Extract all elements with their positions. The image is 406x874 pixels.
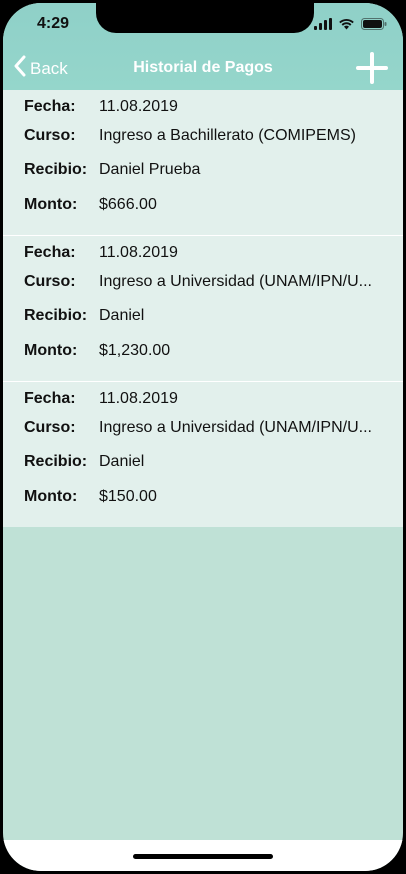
curso-value: Ingreso a Bachillerato (COMIPEMS) — [99, 127, 356, 144]
curso-label: Curso: — [24, 419, 76, 436]
curso-value: Ingreso a Universidad (UNAM/IPN/U... — [99, 419, 372, 436]
curso-field: Curso: Ingreso a Universidad (UNAM/IPN/U… — [24, 273, 384, 291]
recibio-label: Recibio: — [24, 307, 88, 324]
home-indicator[interactable] — [133, 854, 273, 859]
fecha-label: Fecha: — [24, 244, 76, 261]
fecha-value: 11.08.2019 — [99, 390, 178, 407]
payment-list: Fecha: 11.08.2019 Curso: Ingreso a Bachi… — [3, 90, 403, 527]
nav-bar: Back Historial de Pagos — [3, 47, 403, 90]
recibio-field: Recibio: Daniel — [24, 453, 384, 471]
monto-value: $150.00 — [99, 488, 157, 505]
curso-label: Curso: — [24, 273, 76, 290]
monto-label: Monto: — [24, 488, 78, 505]
curso-field: Curso: Ingreso a Bachillerato (COMIPEMS) — [24, 127, 384, 145]
fecha-field: Fecha: 11.08.2019 — [24, 244, 384, 262]
fecha-label: Fecha: — [24, 390, 76, 407]
recibio-label: Recibio: — [24, 161, 88, 178]
app-screen: 4:29 Back Historial de Pagos Fecha: 11.0… — [3, 3, 403, 871]
recibio-value: Daniel — [99, 307, 145, 324]
wifi-icon — [338, 17, 355, 35]
recibio-field: Recibio: Daniel — [24, 307, 384, 325]
bottom-safe-area — [3, 840, 403, 871]
fecha-field: Fecha: 11.08.2019 — [24, 98, 384, 116]
payment-row[interactable]: Fecha: 11.08.2019 Curso: Ingreso a Unive… — [3, 382, 403, 527]
monto-field: Monto: $1,230.00 — [24, 342, 384, 360]
recibio-label: Recibio: — [24, 453, 88, 470]
device-notch — [96, 3, 314, 33]
recibio-value: Daniel — [99, 453, 145, 470]
monto-label: Monto: — [24, 196, 78, 213]
monto-field: Monto: $666.00 — [24, 196, 384, 214]
monto-field: Monto: $150.00 — [24, 488, 384, 506]
status-icons — [314, 17, 387, 35]
plus-icon — [355, 52, 389, 89]
monto-label: Monto: — [24, 342, 78, 359]
fecha-label: Fecha: — [24, 98, 76, 115]
fecha-value: 11.08.2019 — [99, 244, 178, 261]
status-time: 4:29 — [37, 15, 70, 32]
navigation-header: 4:29 Back Historial de Pagos — [3, 3, 403, 90]
curso-field: Curso: Ingreso a Universidad (UNAM/IPN/U… — [24, 419, 384, 437]
payment-row[interactable]: Fecha: 11.08.2019 Curso: Ingreso a Bachi… — [3, 90, 403, 236]
add-payment-button[interactable] — [355, 51, 389, 85]
payment-row[interactable]: Fecha: 11.08.2019 Curso: Ingreso a Unive… — [3, 236, 403, 382]
curso-label: Curso: — [24, 127, 76, 144]
recibio-value: Daniel Prueba — [99, 161, 201, 178]
page-title: Historial de Pagos — [133, 59, 273, 76]
battery-icon — [361, 17, 387, 35]
monto-value: $1,230.00 — [99, 342, 171, 359]
recibio-field: Recibio: Daniel Prueba — [24, 161, 384, 179]
fecha-value: 11.08.2019 — [99, 98, 178, 115]
signal-icon — [314, 17, 332, 35]
device-frame: 4:29 Back Historial de Pagos Fecha: 11.0… — [0, 0, 406, 874]
monto-value: $666.00 — [99, 196, 157, 213]
fecha-field: Fecha: 11.08.2019 — [24, 390, 384, 408]
curso-value: Ingreso a Universidad (UNAM/IPN/U... — [99, 273, 372, 290]
